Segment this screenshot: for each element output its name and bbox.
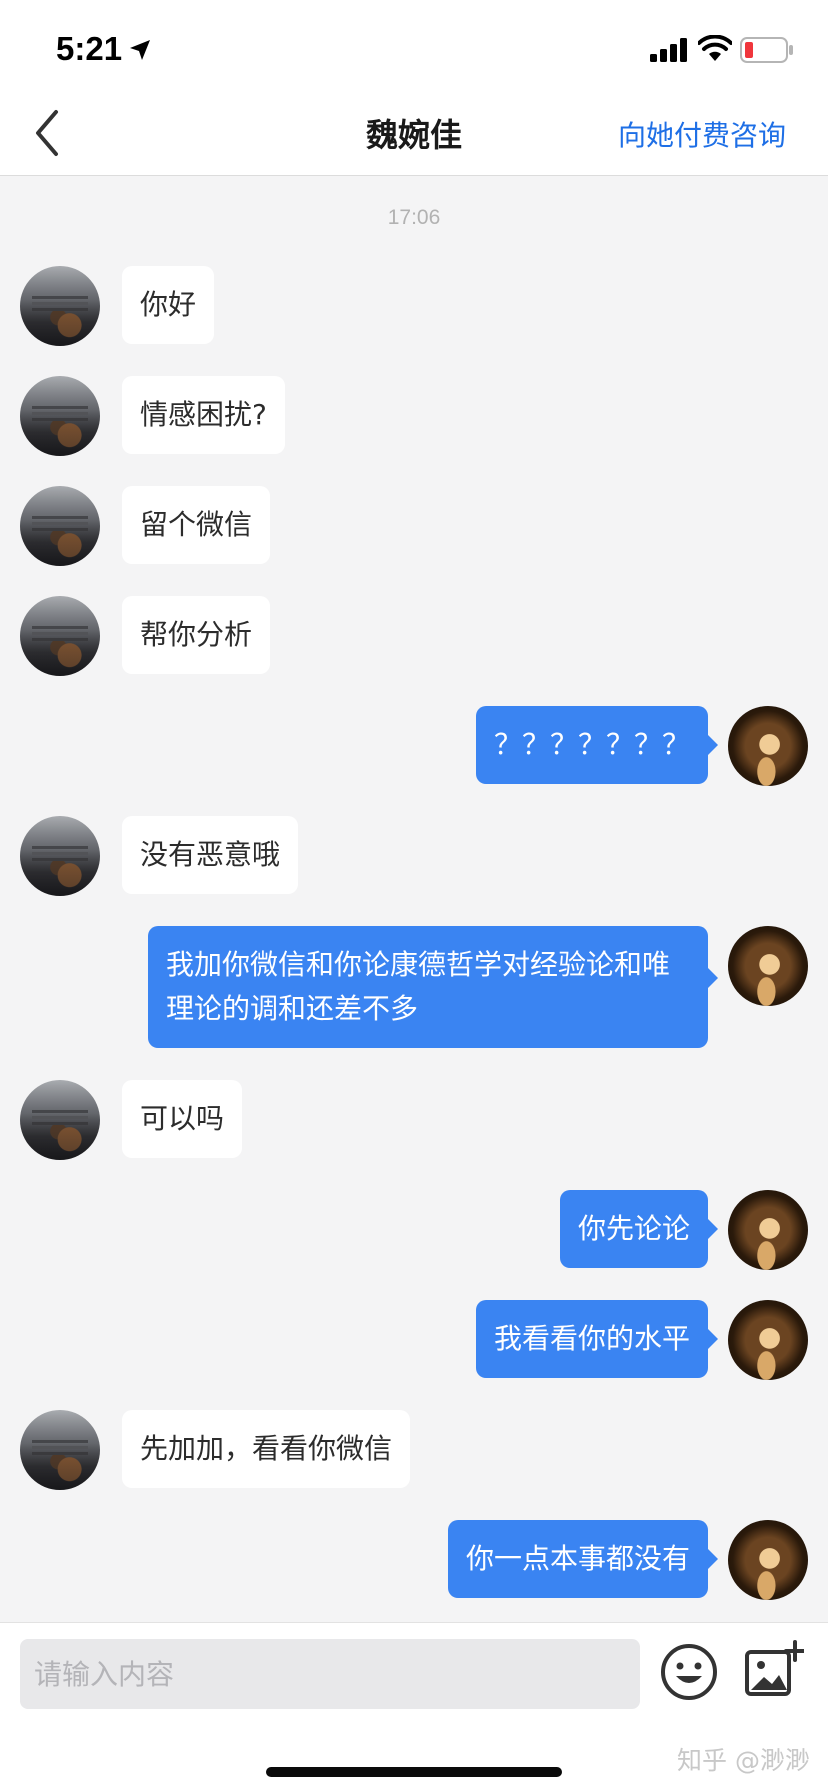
incoming-message[interactable]: 没有恶意哦 [122,816,299,894]
nav-bar: 魏婉佳 向她付费咨询 [0,92,828,176]
home-indicator [266,1767,562,1777]
smiley-icon[interactable] [660,1643,718,1701]
paid-consult-link[interactable]: 向她付费咨询 [618,114,786,154]
my-avatar[interactable] [728,1190,808,1270]
incoming-message[interactable]: 情感困扰? [122,376,285,454]
outgoing-message[interactable]: 你一点本事都没有 [447,1520,719,1598]
message-input[interactable] [20,1639,640,1709]
outgoing-message[interactable]: 我加你微信和你论康德哲学对经验论和唯理论的调和还差不多 [148,926,718,1048]
incoming-message[interactable]: 帮你分析 [122,596,271,674]
my-avatar[interactable] [728,1300,808,1380]
my-avatar[interactable] [728,1520,808,1600]
status-bar: 5:21 [0,0,828,92]
location-arrow-icon [130,40,150,60]
wifi-icon [698,35,732,61]
contact-avatar[interactable] [20,376,100,456]
outgoing-message[interactable]: 我看看你的水平 [475,1300,719,1378]
contact-avatar[interactable] [20,596,100,676]
incoming-message[interactable]: 可以吗 [122,1080,243,1158]
status-time: 5:21 [56,30,123,67]
incoming-message[interactable]: 留个微信 [122,486,271,564]
watermark: 知乎 @渺渺 [677,1746,810,1775]
input-bar: 知乎 @渺渺 [0,1622,828,1792]
message-timestamp: 17:06 [387,206,441,229]
contact-avatar[interactable] [20,816,100,896]
add-image-icon[interactable] [744,1639,804,1699]
my-avatar[interactable] [728,706,808,786]
battery-low-icon [740,37,793,63]
contact-avatar[interactable] [20,1080,100,1160]
contact-avatar[interactable] [20,1410,100,1490]
contact-avatar[interactable] [20,486,100,566]
outgoing-message[interactable]: 你先论论 [559,1190,719,1268]
outgoing-message[interactable]: ？？？？？？？ [475,706,719,784]
contact-avatar[interactable] [20,266,100,346]
incoming-message[interactable]: 先加加，看看你微信 [122,1410,411,1488]
incoming-message[interactable]: 你好 [122,266,215,344]
my-avatar[interactable] [728,926,808,1006]
cellular-signal-icon [650,38,687,62]
